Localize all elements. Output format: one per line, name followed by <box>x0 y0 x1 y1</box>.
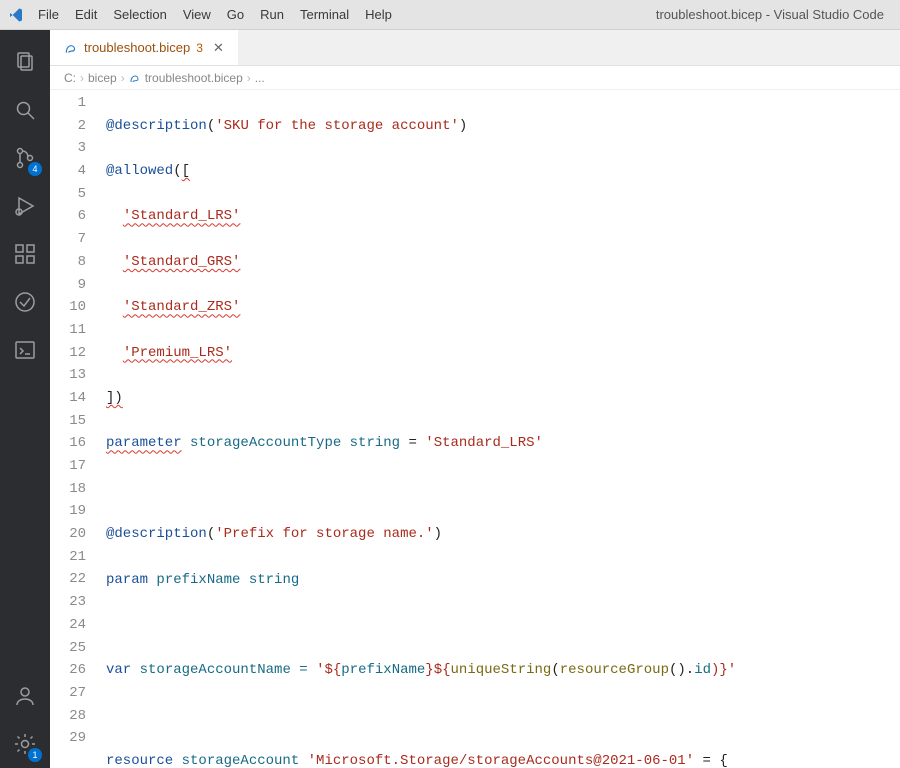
window-title: troubleshoot.bicep - Visual Studio Code <box>656 7 892 22</box>
line-number: 3 <box>50 137 86 160</box>
line-number: 7 <box>50 228 86 251</box>
chevron-right-icon: › <box>247 71 251 85</box>
chevron-right-icon: › <box>80 71 84 85</box>
menu-edit[interactable]: Edit <box>67 0 105 30</box>
menu-go[interactable]: Go <box>219 0 252 30</box>
line-number: 4 <box>50 160 86 183</box>
line-number: 14 <box>50 387 86 410</box>
line-number: 20 <box>50 523 86 546</box>
manage-badge: 1 <box>28 748 42 762</box>
test-icon[interactable] <box>0 278 50 326</box>
line-number: 27 <box>50 682 86 705</box>
line-number: 24 <box>50 614 86 637</box>
bicep-file-icon <box>129 72 141 84</box>
vscode-icon <box>8 7 24 23</box>
line-number-gutter: 1234567891011121314151617181920212223242… <box>50 92 106 768</box>
menu-run[interactable]: Run <box>252 0 292 30</box>
line-number: 25 <box>50 637 86 660</box>
line-number: 12 <box>50 342 86 365</box>
line-number: 28 <box>50 705 86 728</box>
breadcrumb-part[interactable]: troubleshoot.bicep <box>145 71 243 85</box>
menu-file[interactable]: File <box>30 0 67 30</box>
search-icon[interactable] <box>0 86 50 134</box>
run-debug-icon[interactable] <box>0 182 50 230</box>
line-number: 19 <box>50 500 86 523</box>
editor-actions-icon[interactable] <box>238 30 274 65</box>
tab-close-icon[interactable]: ✕ <box>213 40 224 56</box>
code-content[interactable]: @description('SKU for the storage accoun… <box>106 92 900 768</box>
breadcrumb-part[interactable]: bicep <box>88 71 117 85</box>
line-number: 5 <box>50 183 86 206</box>
line-number: 10 <box>50 296 86 319</box>
chevron-right-icon: › <box>121 71 125 85</box>
breadcrumb[interactable]: C: › bicep › troubleshoot.bicep › ... <box>50 66 900 90</box>
manage-icon[interactable]: 1 <box>0 720 50 768</box>
tab-problem-count: 3 <box>196 41 203 55</box>
explorer-icon[interactable] <box>0 38 50 86</box>
terminal-panel-icon[interactable] <box>0 326 50 374</box>
line-number: 13 <box>50 364 86 387</box>
tab-bar: troubleshoot.bicep 3 ✕ <box>50 30 900 66</box>
tab-troubleshoot[interactable]: troubleshoot.bicep 3 ✕ <box>50 30 238 65</box>
bicep-file-icon <box>64 41 78 55</box>
line-number: 11 <box>50 319 86 342</box>
menu-terminal[interactable]: Terminal <box>292 0 357 30</box>
breadcrumb-part[interactable]: ... <box>255 71 265 85</box>
line-number: 8 <box>50 251 86 274</box>
line-number: 29 <box>50 727 86 750</box>
source-control-icon[interactable]: 4 <box>0 134 50 182</box>
menu-view[interactable]: View <box>175 0 219 30</box>
line-number: 16 <box>50 432 86 455</box>
editor-area: troubleshoot.bicep 3 ✕ C: › bicep › trou… <box>50 30 900 768</box>
breadcrumb-part[interactable]: C: <box>64 71 76 85</box>
code-editor[interactable]: 1234567891011121314151617181920212223242… <box>50 90 900 768</box>
menu-help[interactable]: Help <box>357 0 400 30</box>
line-number: 6 <box>50 205 86 228</box>
line-number: 17 <box>50 455 86 478</box>
line-number: 15 <box>50 410 86 433</box>
line-number: 26 <box>50 659 86 682</box>
title-bar: File Edit Selection View Go Run Terminal… <box>0 0 900 30</box>
line-number: 22 <box>50 568 86 591</box>
line-number: 9 <box>50 274 86 297</box>
menu-selection[interactable]: Selection <box>105 0 174 30</box>
line-number: 1 <box>50 92 86 115</box>
accounts-icon[interactable] <box>0 672 50 720</box>
source-control-badge: 4 <box>28 162 42 176</box>
activity-bar: 4 1 <box>0 30 50 768</box>
tab-filename: troubleshoot.bicep <box>84 40 190 55</box>
line-number: 2 <box>50 115 86 138</box>
line-number: 21 <box>50 546 86 569</box>
extensions-icon[interactable] <box>0 230 50 278</box>
line-number: 18 <box>50 478 86 501</box>
line-number: 23 <box>50 591 86 614</box>
